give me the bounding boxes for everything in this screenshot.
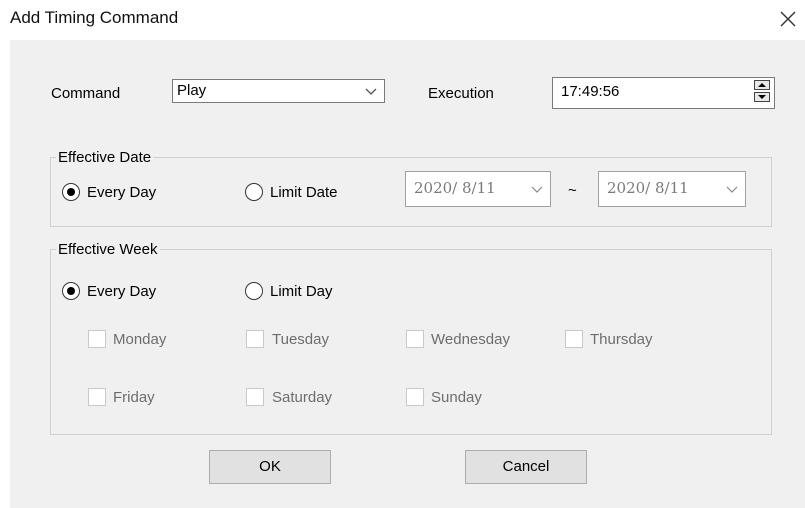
execution-time-input[interactable]: 17:49:56 (552, 77, 775, 109)
friday-label[interactable]: Friday (113, 389, 155, 406)
week-every-day-label[interactable]: Every Day (87, 283, 156, 300)
week-limit-day-radio[interactable] (245, 282, 263, 300)
date-range-separator: ~ (568, 182, 577, 199)
chevron-down-icon (725, 178, 739, 211)
command-label: Command (51, 85, 121, 102)
execution-label: Execution (428, 85, 494, 102)
spin-up-button[interactable] (754, 80, 770, 90)
monday-label[interactable]: Monday (113, 331, 166, 348)
spin-down-button[interactable] (754, 92, 770, 102)
monday-checkbox[interactable] (88, 330, 106, 348)
date-limit-date-radio[interactable] (245, 183, 263, 201)
wednesday-checkbox[interactable] (406, 330, 424, 348)
saturday-checkbox[interactable] (246, 388, 264, 406)
command-select-value: Play (177, 82, 207, 99)
date-every-day-radio[interactable] (62, 183, 80, 201)
execution-time-value: 17:49:56 (561, 83, 620, 100)
chevron-down-icon (530, 178, 544, 211)
end-date-value: 2020/ 8/11 (607, 179, 689, 197)
wednesday-label[interactable]: Wednesday (431, 331, 510, 348)
thursday-label[interactable]: Thursday (590, 331, 653, 348)
sunday-checkbox[interactable] (406, 388, 424, 406)
week-every-day-radio[interactable] (62, 282, 80, 300)
thursday-checkbox[interactable] (565, 330, 583, 348)
close-icon[interactable] (777, 8, 799, 30)
friday-checkbox[interactable] (88, 388, 106, 406)
chevron-down-icon (364, 80, 378, 102)
tuesday-checkbox[interactable] (246, 330, 264, 348)
command-select[interactable]: Play (172, 79, 385, 103)
ok-button[interactable]: OK (209, 450, 331, 484)
saturday-label[interactable]: Saturday (272, 389, 332, 406)
time-spinner (754, 80, 772, 104)
effective-date-legend: Effective Date (56, 149, 154, 166)
end-date-picker[interactable]: 2020/ 8/11 (598, 171, 746, 207)
tuesday-label[interactable]: Tuesday (272, 331, 329, 348)
sunday-label[interactable]: Sunday (431, 389, 482, 406)
week-limit-day-label[interactable]: Limit Day (270, 283, 333, 300)
start-date-picker[interactable]: 2020/ 8/11 (405, 171, 551, 207)
date-limit-date-label[interactable]: Limit Date (270, 184, 338, 201)
start-date-value: 2020/ 8/11 (414, 179, 496, 197)
date-every-day-label[interactable]: Every Day (87, 184, 156, 201)
dialog-title: Add Timing Command (10, 8, 179, 27)
effective-week-legend: Effective Week (56, 241, 160, 258)
cancel-button[interactable]: Cancel (465, 450, 587, 484)
